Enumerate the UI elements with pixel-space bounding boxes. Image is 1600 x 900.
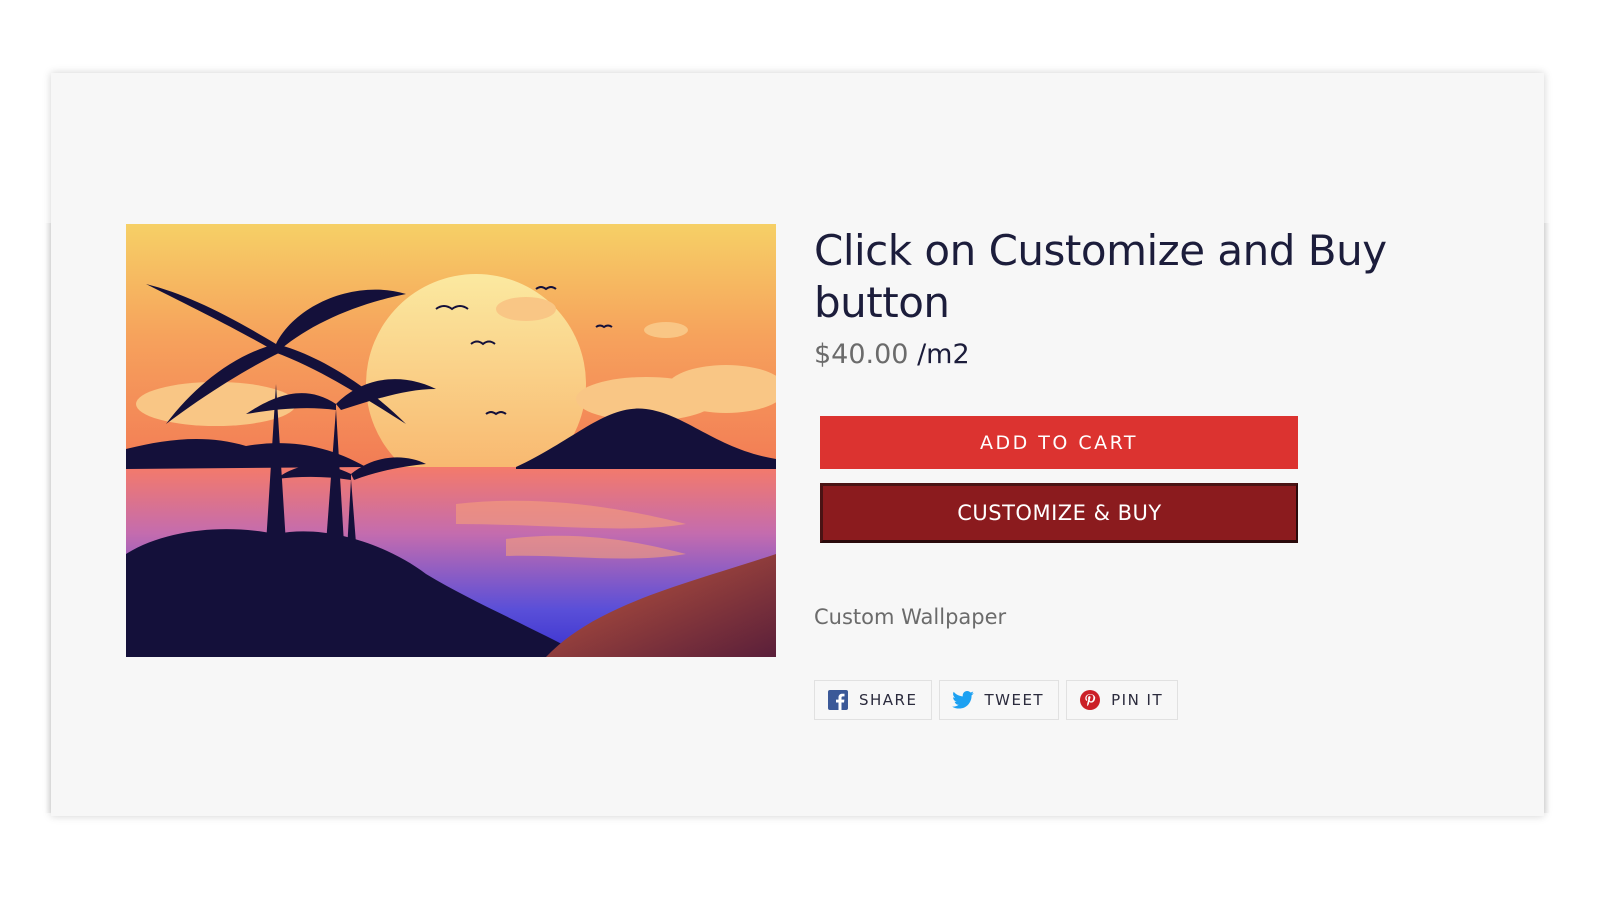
share-twitter-label: TWEET (984, 691, 1045, 709)
product-description: Custom Wallpaper (814, 605, 1007, 629)
price-amount: $40.00 (814, 339, 909, 370)
share-facebook-label: SHARE (859, 691, 918, 709)
product-image[interactable] (126, 224, 776, 657)
share-twitter-button[interactable]: TWEET (939, 680, 1060, 720)
price-row: $40.00 /m2 (814, 339, 970, 370)
facebook-icon (827, 689, 849, 711)
share-pinterest-button[interactable]: PIN IT (1066, 680, 1179, 720)
card-edge-shadow (45, 223, 51, 813)
page: Click on Customize and Buy button $40.00… (0, 0, 1600, 900)
social-share-row: SHARE TWEET PIN IT (814, 680, 1179, 720)
twitter-icon (952, 689, 975, 711)
pinterest-icon (1079, 689, 1101, 711)
product-title: Click on Customize and Buy button (814, 226, 1387, 327)
customize-and-buy-button[interactable]: CUSTOMIZE & BUY (820, 483, 1298, 543)
product-card: Click on Customize and Buy button $40.00… (45, 73, 1550, 816)
add-to-cart-button[interactable]: ADD TO CART (820, 416, 1298, 469)
price-unit: /m2 (917, 339, 970, 370)
card-edge-shadow (1544, 223, 1550, 813)
share-facebook-button[interactable]: SHARE (814, 680, 933, 720)
share-pinterest-label: PIN IT (1111, 691, 1164, 709)
